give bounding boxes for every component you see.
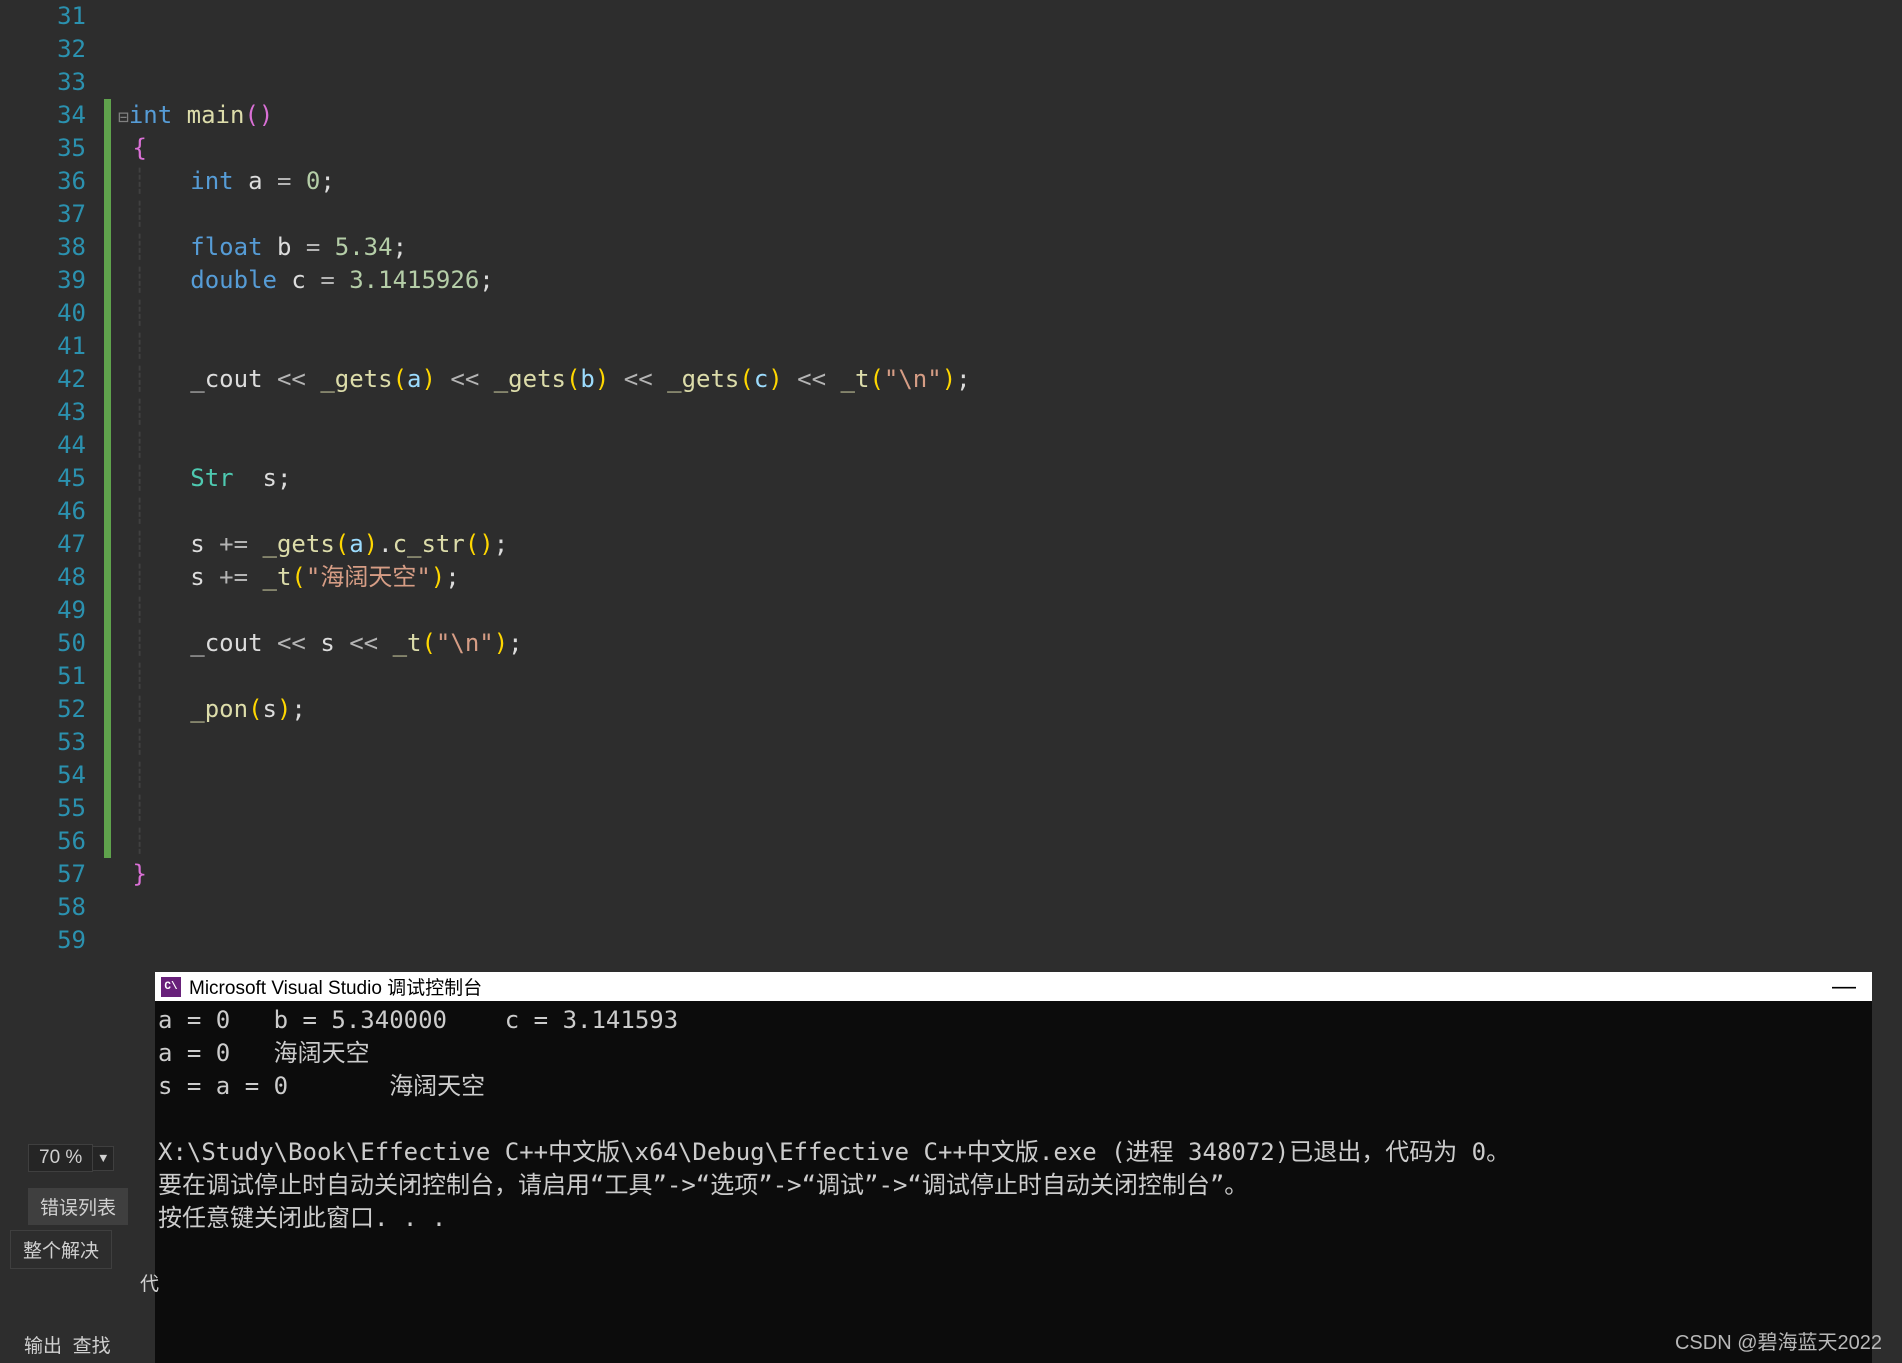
- output-tab[interactable]: 输出: [24, 1336, 62, 1357]
- line-number: 32: [0, 33, 86, 66]
- line-number: 43: [0, 396, 86, 429]
- line-number: 57: [0, 858, 86, 891]
- line-number: 39: [0, 264, 86, 297]
- line-number: 42: [0, 363, 86, 396]
- debug-console-titlebar[interactable]: C\ Microsoft Visual Studio 调试控制台 —: [155, 972, 1872, 1001]
- console-title: Microsoft Visual Studio 调试控制台: [189, 973, 1822, 1000]
- line-number: 47: [0, 528, 86, 561]
- line-number: 37: [0, 198, 86, 231]
- line-number: 48: [0, 561, 86, 594]
- line-number: 46: [0, 495, 86, 528]
- solution-filter[interactable]: 整个解决: [10, 1230, 112, 1269]
- code-content[interactable]: ⊟int main() { ┊ int a = 0; ┊ ┊ float b =…: [104, 0, 1902, 957]
- zoom-value[interactable]: 70 %: [28, 1144, 93, 1172]
- line-number: 38: [0, 231, 86, 264]
- line-number: 45: [0, 462, 86, 495]
- line-number: 35: [0, 132, 86, 165]
- code-editor[interactable]: 3132333435363738394041424344454647484950…: [0, 0, 1902, 967]
- line-number: 53: [0, 726, 86, 759]
- line-number: 56: [0, 825, 86, 858]
- line-number: 36: [0, 165, 86, 198]
- line-number: 55: [0, 792, 86, 825]
- minimize-button[interactable]: —: [1822, 973, 1866, 1001]
- line-number: 34: [0, 99, 86, 132]
- line-number: 31: [0, 0, 86, 33]
- zoom-dropdown-icon[interactable]: ▼: [93, 1146, 114, 1171]
- line-number: 52: [0, 693, 86, 726]
- line-number: 41: [0, 330, 86, 363]
- line-number: 54: [0, 759, 86, 792]
- bottom-tabs[interactable]: 输出 查找: [24, 1331, 111, 1358]
- line-number: 58: [0, 891, 86, 924]
- line-number: 44: [0, 429, 86, 462]
- line-number: 49: [0, 594, 86, 627]
- change-marker: [104, 99, 111, 858]
- line-number: 33: [0, 66, 86, 99]
- console-output[interactable]: a = 0 b = 5.340000 c = 3.141593 a = 0 海阔…: [155, 1001, 1872, 1363]
- line-number: 40: [0, 297, 86, 330]
- vs-icon: C\: [161, 977, 181, 997]
- watermark: CSDN @碧海蓝天2022: [1675, 1326, 1882, 1355]
- zoom-control[interactable]: 70 % ▼: [28, 1144, 114, 1172]
- error-list-tab[interactable]: 错误列表: [28, 1188, 128, 1225]
- line-number: 59: [0, 924, 86, 957]
- col-header-code: 代: [140, 1269, 159, 1296]
- find-tab[interactable]: 查找: [73, 1336, 111, 1357]
- line-number: 50: [0, 627, 86, 660]
- line-number: 51: [0, 660, 86, 693]
- line-number-gutter: 3132333435363738394041424344454647484950…: [0, 0, 104, 957]
- bottom-left-panel: 70 % ▼ 错误列表 整个解决 代 输出 查找: [0, 972, 155, 1363]
